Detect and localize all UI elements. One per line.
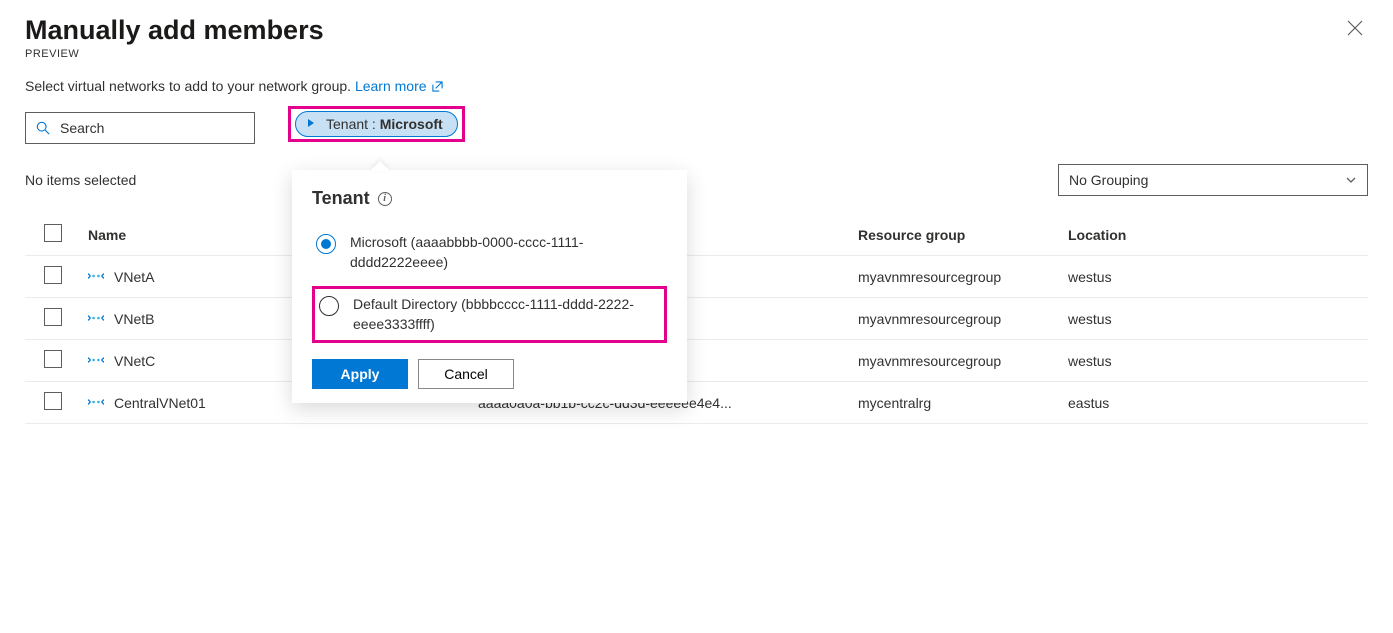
radio-button[interactable] xyxy=(319,296,339,316)
table-row[interactable]: CentralVNet01aaaa0a0a-bb1b-cc2c-dd3d-eee… xyxy=(25,382,1368,424)
vnet-table: Name Subscription Resource group Locatio… xyxy=(25,214,1368,424)
tenant-radio-option[interactable]: Default Directory (bbbbcccc-1111-dddd-22… xyxy=(312,286,667,343)
vnet-icon xyxy=(88,311,104,327)
vnet-icon xyxy=(88,269,104,285)
page-title: Manually add members xyxy=(25,15,1368,46)
description-row: Select virtual networks to add to your n… xyxy=(25,78,1368,94)
vnet-name: VNetC xyxy=(114,353,155,369)
vnet-name: VNetB xyxy=(114,311,154,327)
search-box[interactable] xyxy=(25,112,255,144)
tenant-popup: Tenant i Microsoft (aaaabbbb-0000-cccc-1… xyxy=(292,170,687,403)
table-row[interactable]: VNetAd3d-eeeeee4e4...myavnmresourcegroup… xyxy=(25,256,1368,298)
selection-status: No items selected xyxy=(25,172,136,188)
description-text: Select virtual networks to add to your n… xyxy=(25,78,355,94)
col-header-location[interactable]: Location xyxy=(1060,214,1368,256)
popup-button-row: Apply Cancel xyxy=(312,359,667,389)
radio-button[interactable] xyxy=(316,234,336,254)
info-icon[interactable]: i xyxy=(378,192,392,206)
cell-location: eastus xyxy=(1060,382,1368,424)
row-checkbox[interactable] xyxy=(44,350,62,368)
tenant-filter-label: Tenant : xyxy=(326,116,376,132)
tenant-filter-value: Microsoft xyxy=(380,116,443,132)
close-icon xyxy=(1347,20,1363,36)
cell-resource-group: myavnmresourcegroup xyxy=(850,340,1060,382)
apply-button[interactable]: Apply xyxy=(312,359,408,389)
toolbar-row: Tenant : Microsoft xyxy=(25,112,1368,144)
vnet-name: VNetA xyxy=(114,269,154,285)
learn-more-link[interactable]: Learn more xyxy=(355,78,443,94)
cancel-button[interactable]: Cancel xyxy=(418,359,514,389)
cell-resource-group: myavnmresourcegroup xyxy=(850,298,1060,340)
close-button[interactable] xyxy=(1347,20,1363,41)
row-checkbox[interactable] xyxy=(44,266,62,284)
tenant-popup-title-row: Tenant i xyxy=(312,188,667,209)
learn-more-label: Learn more xyxy=(355,78,427,94)
search-input[interactable] xyxy=(60,120,244,136)
search-icon xyxy=(36,121,50,135)
vnet-icon xyxy=(88,353,104,369)
row-checkbox[interactable] xyxy=(44,392,62,410)
cell-location: westus xyxy=(1060,340,1368,382)
selection-row: No items selected No Grouping xyxy=(25,164,1368,196)
grouping-value: No Grouping xyxy=(1069,172,1148,188)
chevron-down-icon xyxy=(1345,174,1357,186)
tenant-filter-highlight: Tenant : Microsoft xyxy=(288,106,465,142)
vnet-name: CentralVNet01 xyxy=(114,395,206,411)
tenant-popup-title: Tenant xyxy=(312,188,370,209)
tenant-radio-option[interactable]: Microsoft (aaaabbbb-0000-cccc-1111-dddd2… xyxy=(312,227,667,278)
filter-play-icon xyxy=(306,118,316,131)
preview-label: PREVIEW xyxy=(25,48,1368,60)
vnet-icon xyxy=(88,395,104,411)
tenant-filter-pill[interactable]: Tenant : Microsoft xyxy=(295,111,458,137)
select-all-checkbox[interactable] xyxy=(44,224,62,242)
header: Manually add members PREVIEW xyxy=(25,15,1368,60)
table-row[interactable]: VNetBd3d-eeeeee4e4...myavnmresourcegroup… xyxy=(25,298,1368,340)
radio-label: Default Directory (bbbbcccc-1111-dddd-22… xyxy=(353,295,660,334)
external-link-icon xyxy=(432,81,443,92)
radio-label: Microsoft (aaaabbbb-0000-cccc-1111-dddd2… xyxy=(350,233,663,272)
cell-location: westus xyxy=(1060,298,1368,340)
table-row[interactable]: VNetCd3d-eeeeee4e4...myavnmresourcegroup… xyxy=(25,340,1368,382)
row-checkbox[interactable] xyxy=(44,308,62,326)
cell-resource-group: myavnmresourcegroup xyxy=(850,256,1060,298)
cell-location: westus xyxy=(1060,256,1368,298)
grouping-select[interactable]: No Grouping xyxy=(1058,164,1368,196)
col-header-resource-group[interactable]: Resource group xyxy=(850,214,1060,256)
cell-resource-group: mycentralrg xyxy=(850,382,1060,424)
